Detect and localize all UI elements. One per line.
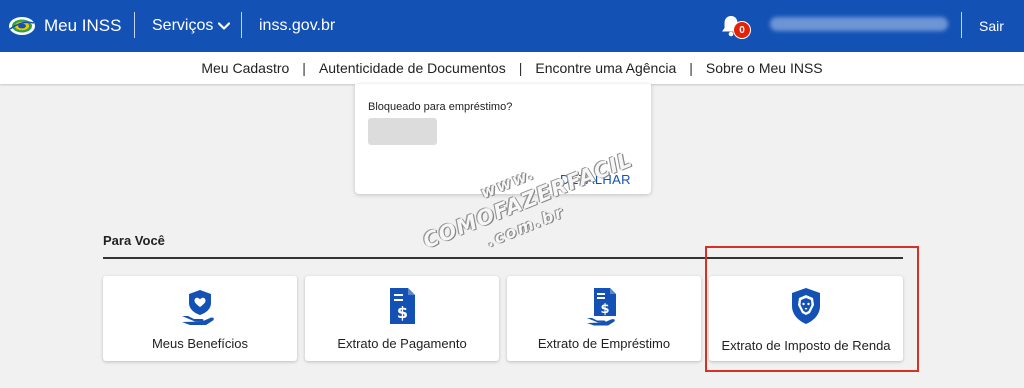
top-header: Meu INSS Serviços inss.gov.br 0 Sair [0,0,1024,52]
subnav-item-meu-cadastro[interactable]: Meu Cadastro [188,60,302,76]
inss-logo-icon [9,17,35,35]
loan-blocked-question: Bloqueado para empréstimo? [368,101,513,113]
subnav-item-sobre[interactable]: Sobre o Meu INSS [693,60,836,76]
logout-button[interactable]: Sair [979,0,1004,52]
card-label: Extrato de Pagamento [337,336,467,351]
header-divider [961,12,962,38]
notification-count-badge: 0 [733,21,751,39]
sub-navigation: Meu Cadastro | Autenticidade de Document… [0,52,1024,84]
card-extrato-pagamento[interactable]: $ Extrato de Pagamento [305,276,499,361]
svg-text:$: $ [600,302,609,317]
card-extrato-emprestimo[interactable]: $ Extrato de Empréstimo [507,276,701,361]
chevron-down-icon [218,22,231,30]
header-divider [134,12,135,38]
card-meus-beneficios[interactable]: Meus Benefícios [103,276,297,361]
svg-text:$: $ [397,303,408,322]
card-label: Meus Benefícios [151,336,249,351]
dollar-document-icon: $ [382,286,422,326]
heart-hand-icon [180,286,220,326]
highlight-box [705,246,919,372]
card-label: Extrato de Empréstimo [537,336,671,351]
app-title: Meu INSS [44,16,122,35]
subnav-item-agencia[interactable]: Encontre uma Agência [522,60,689,76]
brand[interactable]: Meu INSS [8,0,121,52]
services-label: Serviços [152,17,214,34]
user-info-blurred [770,17,948,31]
subnav-item-autenticidade[interactable]: Autenticidade de Documentos [306,60,519,76]
site-link[interactable]: inss.gov.br [259,0,335,52]
section-title: Para Você [103,233,165,248]
services-menu[interactable]: Serviços [152,0,231,52]
header-divider [241,12,242,38]
loan-blocked-value-placeholder [368,118,437,145]
dollar-document-hand-icon: $ [584,286,624,326]
